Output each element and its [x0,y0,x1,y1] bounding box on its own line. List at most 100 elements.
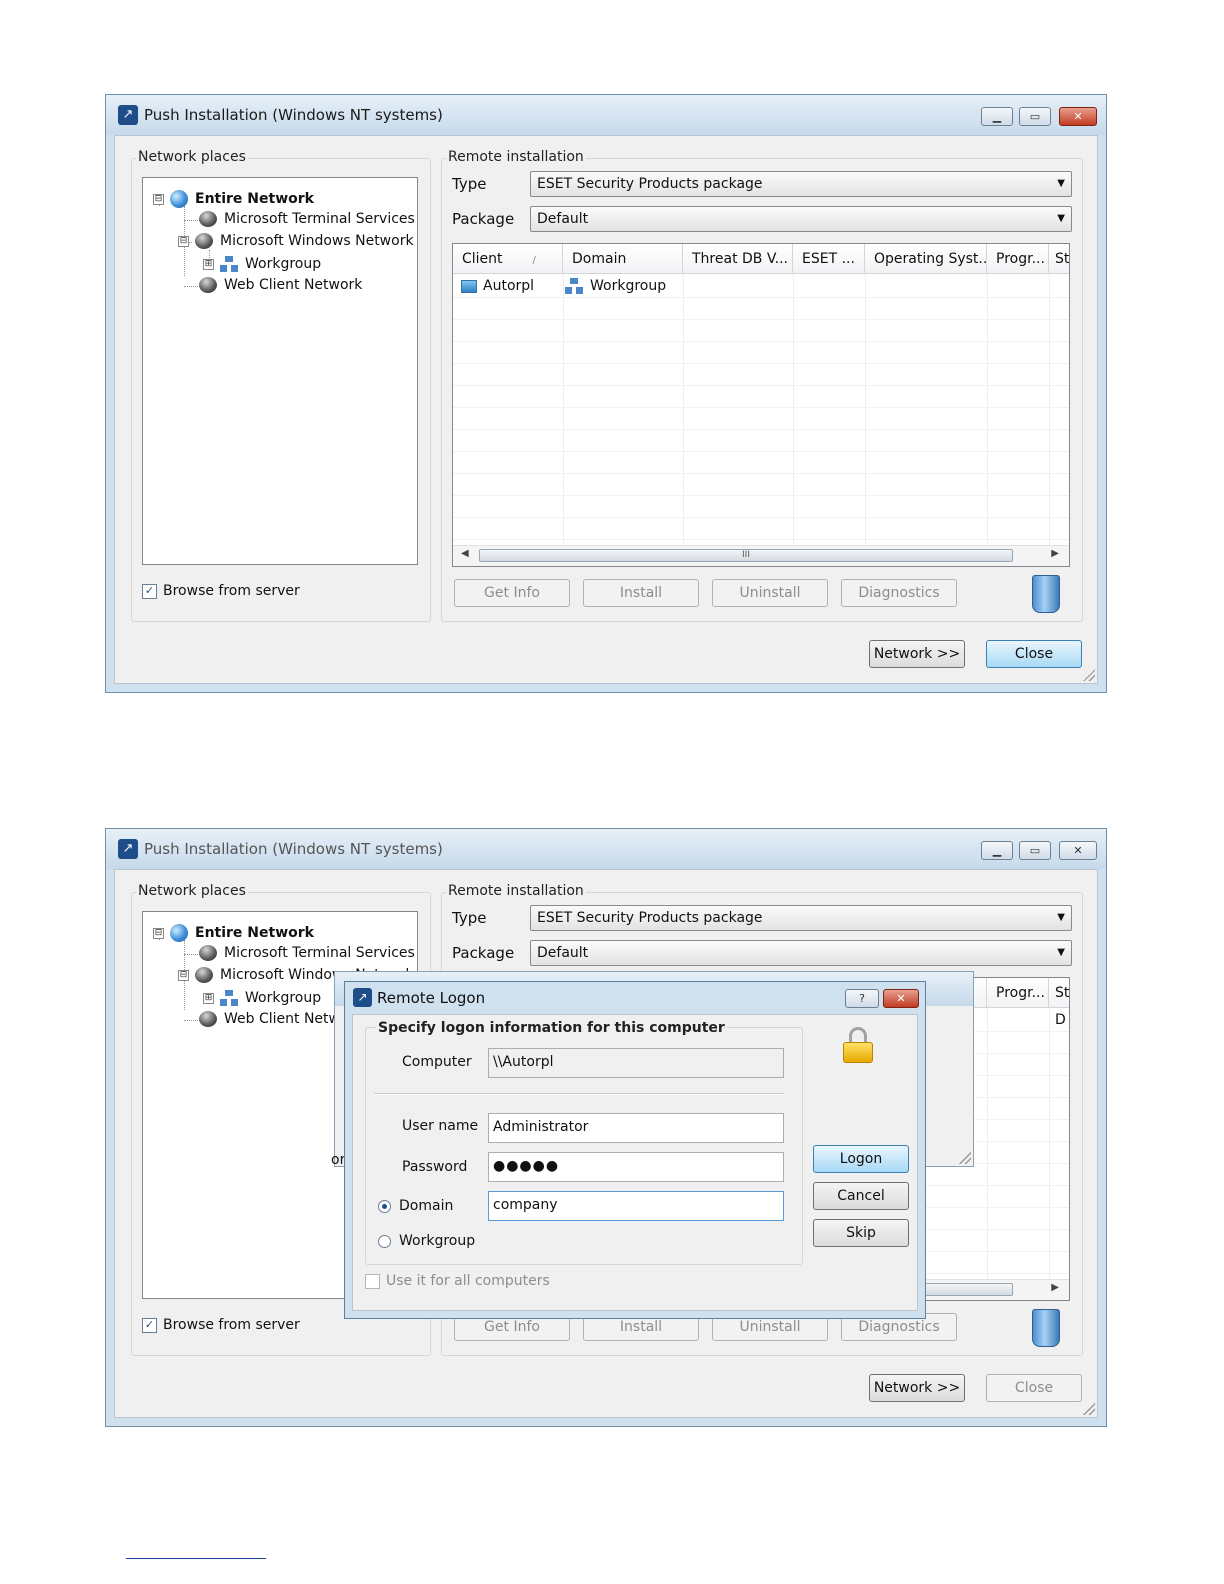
column-header-status[interactable]: St [1049,978,1069,1008]
tree-node-windows-network[interactable]: ⊟ Microsoft Windows Network [178,233,414,249]
domain-input[interactable]: company [488,1191,784,1221]
minimize-button[interactable]: ▁ [981,841,1013,860]
domain-cell[interactable]: Workgroup [565,278,666,294]
checkbox-checked-icon[interactable]: ✓ [142,583,157,599]
scroll-right-icon[interactable]: ▶ [1051,548,1059,559]
get-info-button[interactable]: Get Info [454,579,570,607]
password-label: Password [402,1159,468,1175]
tree-node-terminal-services[interactable]: Microsoft Terminal Services [199,945,415,961]
radio-selected-icon[interactable] [378,1199,391,1213]
tree-node-label: Entire Network [195,925,314,941]
uninstall-button[interactable]: Uninstall [712,579,828,607]
network-icon [199,211,217,227]
tree-node-workgroup[interactable]: ⊞ Workgroup [203,256,321,272]
logon-button[interactable]: Logon [813,1145,909,1173]
use-for-all-checkbox[interactable]: Use it for all computers [365,1273,550,1289]
close-window-button[interactable]: ✕ [1059,107,1097,126]
tree-node-label: Microsoft Terminal Services [224,211,415,227]
network-button[interactable]: Network >> [869,640,965,668]
minimize-button[interactable]: ▁ [981,107,1013,126]
horizontal-scrollbar[interactable]: ◀ III ▶ [453,545,1069,566]
package-label: Package [452,944,515,962]
tree-node-workgroup[interactable]: ⊞ Workgroup [203,990,321,1006]
resize-grip-icon[interactable] [1083,1403,1095,1415]
network-icon [195,967,213,983]
domain-radio[interactable]: Domain [378,1198,453,1214]
divider [374,1093,784,1095]
close-window-button[interactable]: ✕ [1059,841,1097,860]
help-button[interactable]: ? [845,989,879,1008]
workgroup-icon [565,278,583,294]
tree-node-label: Workgroup [245,990,322,1006]
expand-icon[interactable]: ⊞ [203,258,214,270]
sort-indicator-icon: / [532,255,536,266]
window-client: Network places ⊟ Entire Network Microsof… [114,135,1098,684]
scroll-thumb[interactable]: III [479,549,1013,562]
tree-node-web-client[interactable]: Web Client Network [199,277,362,293]
recycle-bin-icon[interactable] [1032,575,1060,613]
username-input[interactable]: Administrator [488,1113,784,1143]
resize-grip-icon[interactable] [1083,669,1095,681]
remote-installation-group: Remote installation Type ESET Security P… [441,149,1083,622]
checkbox-checked-icon[interactable]: ✓ [142,1317,157,1333]
column-header-os[interactable]: Operating Syst... [865,244,987,274]
maximize-button[interactable]: ▭ [1019,107,1051,126]
cancel-button[interactable]: Cancel [813,1182,909,1210]
package-select[interactable]: Default ▼ [530,206,1072,232]
workgroup-label: Workgroup [399,1233,476,1249]
close-button[interactable]: Close [986,640,1082,668]
maximize-button[interactable]: ▭ [1019,841,1051,860]
tree-node-web-client[interactable]: Web Client Netw [199,1011,340,1027]
skip-button[interactable]: Skip [813,1219,909,1247]
type-select[interactable]: ESET Security Products package ▼ [530,171,1072,197]
column-header-progress[interactable]: Progr... [987,244,1049,274]
collapse-icon[interactable]: ⊟ [178,969,189,981]
column-header-client[interactable]: Client / [453,244,563,274]
column-header-progress[interactable]: Progr... [987,978,1049,1008]
collapse-icon[interactable]: ⊟ [153,193,164,205]
type-value: ESET Security Products package [537,910,763,926]
close-dialog-button[interactable]: ✕ [883,989,919,1008]
column-header-domain[interactable]: Domain [563,244,683,274]
type-select[interactable]: ESET Security Products package ▼ [530,905,1072,931]
password-input[interactable]: ●●●●● [488,1152,784,1182]
radio-unselected-icon[interactable] [378,1234,391,1248]
tree-node-entire-network[interactable]: ⊟ Entire Network [153,924,314,942]
network-tree[interactable]: ⊟ Entire Network Microsoft Terminal Serv… [142,177,418,565]
computer-icon [461,279,477,293]
column-header-status[interactable]: St [1049,244,1069,274]
clients-list[interactable]: Client / Domain Threat DB V... ESET ... O… [452,243,1070,567]
expand-icon[interactable]: ⊞ [203,992,214,1004]
table-row[interactable]: Autorpl [461,278,534,294]
title-bar[interactable]: ↗ Push Installation (Windows NT systems)… [106,829,1106,869]
checkbox-unchecked-icon[interactable] [365,1273,380,1289]
scroll-left-icon[interactable]: ◀ [461,548,469,559]
diagnostics-button[interactable]: Diagnostics [841,579,957,607]
network-button[interactable]: Network >> [869,1374,965,1402]
dropdown-arrow-icon: ▼ [1057,947,1065,958]
push-installation-window-inactive: ↗ Push Installation (Windows NT systems)… [105,828,1107,1427]
tree-node-terminal-services[interactable]: Microsoft Terminal Services [199,211,415,227]
package-select[interactable]: Default ▼ [530,940,1072,966]
column-header-threat-db[interactable]: Threat DB V... [683,244,793,274]
browse-from-server-checkbox[interactable]: ✓ Browse from server [142,583,300,599]
dropdown-arrow-icon: ▼ [1057,178,1065,189]
lock-icon [843,1027,873,1063]
collapse-icon[interactable]: ⊟ [178,235,189,247]
install-button[interactable]: Install [583,579,699,607]
close-button[interactable]: Close [986,1374,1082,1402]
package-value: Default [537,211,589,227]
recycle-bin-icon[interactable] [1032,1309,1060,1347]
computer-field[interactable]: \\Autorpl [488,1048,784,1078]
column-header-eset[interactable]: ESET ... [793,244,865,274]
dialog-title: Remote Logon [377,989,486,1007]
title-bar[interactable]: ↗ Push Installation (Windows NT systems)… [106,95,1106,135]
collapse-icon[interactable]: ⊟ [153,927,164,939]
type-label: Type [452,175,487,193]
browse-from-server-checkbox[interactable]: ✓ Browse from server [142,1317,300,1333]
browse-from-server-label: Browse from server [163,1317,300,1333]
workgroup-radio[interactable]: Workgroup [378,1233,475,1249]
push-installation-window: ↗ Push Installation (Windows NT systems)… [105,94,1107,693]
tree-node-entire-network[interactable]: ⊟ Entire Network [153,190,314,208]
scroll-right-icon[interactable]: ▶ [1051,1282,1059,1293]
